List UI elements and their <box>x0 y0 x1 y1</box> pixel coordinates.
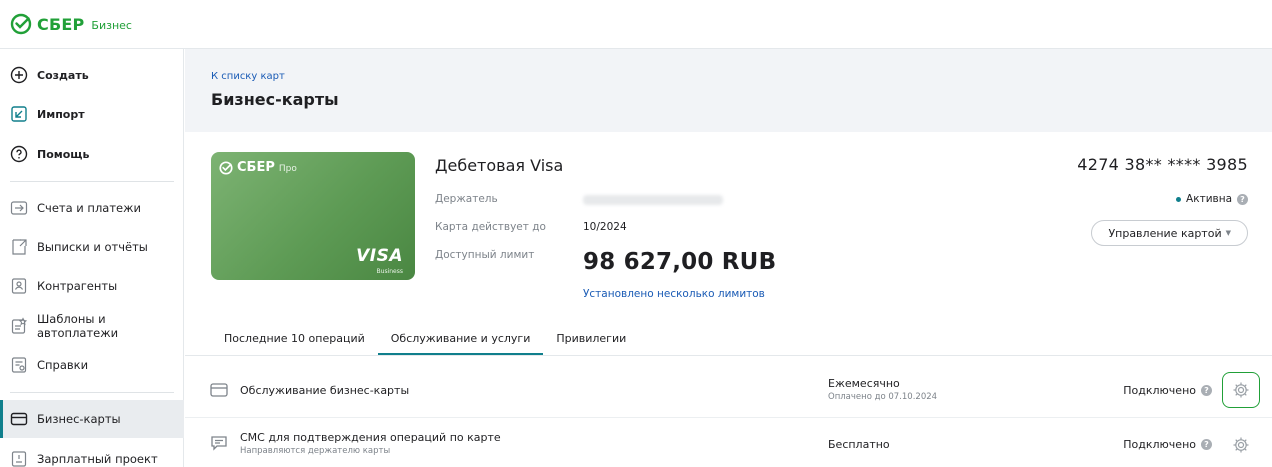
tab-services[interactable]: Обслуживание и услуги <box>377 322 544 356</box>
sidebar-divider <box>10 392 174 393</box>
sidebar-item-label: Счета и платежи <box>37 201 141 215</box>
limits-link[interactable]: Установлено несколько лимитов <box>583 288 765 300</box>
contacts-icon <box>11 278 27 294</box>
sidebar-item-label: Зарплатный проект <box>37 452 158 466</box>
service-row: Обслуживание бизнес-карты Ежемесячно Опл… <box>185 362 1272 418</box>
card-image: СБЕР Про VISA Business <box>211 152 415 280</box>
certificate-icon <box>11 357 27 373</box>
manage-card-label: Управление картой <box>1108 226 1222 240</box>
tab-privileges[interactable]: Привилегии <box>543 322 639 356</box>
card-number: 4274 38** **** 3985 <box>1077 155 1248 174</box>
valid-until-value: 10/2024 <box>583 221 627 233</box>
card-outline-icon <box>210 383 228 397</box>
sidebar-item-statements[interactable]: Выписки и отчёты <box>0 228 184 266</box>
card-brand-text: СБЕР <box>237 160 275 175</box>
salary-icon <box>11 451 27 467</box>
service-subtitle: Направляются держателю карты <box>240 446 391 456</box>
service-status-label: Подключено <box>1123 384 1196 397</box>
plus-circle-icon <box>10 66 28 84</box>
sber-business-logo[interactable]: СБЕР Бизнес <box>10 13 132 35</box>
limit-label: Доступный лимит <box>435 249 535 261</box>
sidebar-item-label: Контрагенты <box>37 279 118 293</box>
sidebar-item-label: Справки <box>37 358 89 372</box>
page-header: К списку карт Бизнес-карты <box>185 49 1272 132</box>
sidebar-item-create[interactable]: Создать <box>0 56 184 94</box>
service-period: Бесплатно <box>828 438 890 451</box>
tabs-divider <box>185 355 1272 356</box>
sidebar-item-help[interactable]: Помощь <box>0 135 184 173</box>
logo-brand-text: СБЕР <box>37 14 85 34</box>
sidebar-item-label: Создать <box>37 68 89 82</box>
service-status: Подключено ? <box>1123 384 1212 397</box>
card-icon <box>10 412 28 426</box>
service-status-label: Подключено <box>1123 438 1196 451</box>
status-dot-icon <box>1176 196 1182 202</box>
question-icon[interactable]: ? <box>1201 385 1212 396</box>
sidebar: Создать Импорт Помощь Счета и платежи Вы… <box>0 49 184 467</box>
row-divider <box>185 417 1272 418</box>
statement-icon <box>12 239 27 255</box>
logo-sub-text: Бизнес <box>91 19 132 32</box>
transfer-icon <box>10 201 28 215</box>
status-label: Активна <box>1186 193 1232 205</box>
service-settings-button[interactable] <box>1222 372 1260 408</box>
sidebar-item-accounts[interactable]: Счета и платежи <box>0 189 184 227</box>
templates-icon <box>11 317 28 334</box>
card-name: Дебетовая Visa <box>435 156 564 175</box>
sidebar-item-label: Шаблоны и автоплатежи <box>37 312 119 340</box>
service-status: Подключено ? <box>1123 438 1212 451</box>
gear-icon <box>1233 437 1249 453</box>
holder-label: Держатель <box>435 193 498 205</box>
sidebar-item-certificates[interactable]: Справки <box>0 346 184 384</box>
card-brand-sub: Про <box>278 163 297 174</box>
sidebar-item-label: Выписки и отчёты <box>37 240 148 254</box>
help-icon <box>10 145 28 163</box>
question-icon[interactable]: ? <box>1201 439 1212 450</box>
sidebar-item-contractors[interactable]: Контрагенты <box>0 267 184 305</box>
back-to-cards-link[interactable]: К списку карт <box>211 71 285 82</box>
page-title: Бизнес-карты <box>211 90 339 109</box>
sidebar-item-business-cards[interactable]: Бизнес-карты <box>0 400 184 438</box>
available-limit-amount: 98 627,00 RUB <box>583 249 777 275</box>
sidebar-divider <box>10 181 174 182</box>
card-tabs: Последние 10 операций Обслуживание и усл… <box>211 322 639 356</box>
service-settings-button[interactable] <box>1222 427 1260 463</box>
sidebar-item-label: Помощь <box>37 147 90 161</box>
question-icon[interactable]: ? <box>1237 193 1248 205</box>
sidebar-item-templates[interactable]: Шаблоны и автоплатежи <box>0 307 184 345</box>
service-period: Ежемесячно <box>828 377 900 390</box>
sidebar-item-label: Бизнес-карты <box>37 412 121 426</box>
visa-logo: VISA <box>356 246 403 266</box>
service-paid-until: Оплачено до 07.10.2024 <box>828 392 938 402</box>
service-title: Обслуживание бизнес-карты <box>240 384 410 397</box>
chevron-down-icon: ▼ <box>1225 229 1231 237</box>
manage-card-button[interactable]: Управление картой ▼ <box>1091 220 1248 246</box>
card-brand-logo: СБЕР Про <box>219 160 297 175</box>
service-title: СМС для подтверждения операций по карте <box>240 431 501 444</box>
top-bar: СБЕР Бизнес <box>0 0 1272 49</box>
tab-last-operations[interactable]: Последние 10 операций <box>211 322 378 356</box>
card-status: Активна ? <box>1176 193 1248 205</box>
gear-icon <box>1233 382 1249 398</box>
sidebar-item-import[interactable]: Импорт <box>0 95 184 133</box>
main-content: К списку карт Бизнес-карты СБЕР Про VISA… <box>185 49 1272 467</box>
import-icon <box>11 106 27 122</box>
holder-name-blurred <box>583 195 723 205</box>
sidebar-item-label: Импорт <box>37 107 85 121</box>
sidebar-item-salary-project[interactable]: Зарплатный проект <box>0 440 184 467</box>
sber-logo-icon <box>219 160 233 175</box>
visa-business-label: Business <box>376 268 403 275</box>
message-icon <box>211 436 227 451</box>
service-row: СМС для подтверждения операций по карте … <box>185 419 1272 467</box>
valid-until-label: Карта действует до <box>435 221 546 233</box>
sber-logo-icon <box>10 13 32 35</box>
